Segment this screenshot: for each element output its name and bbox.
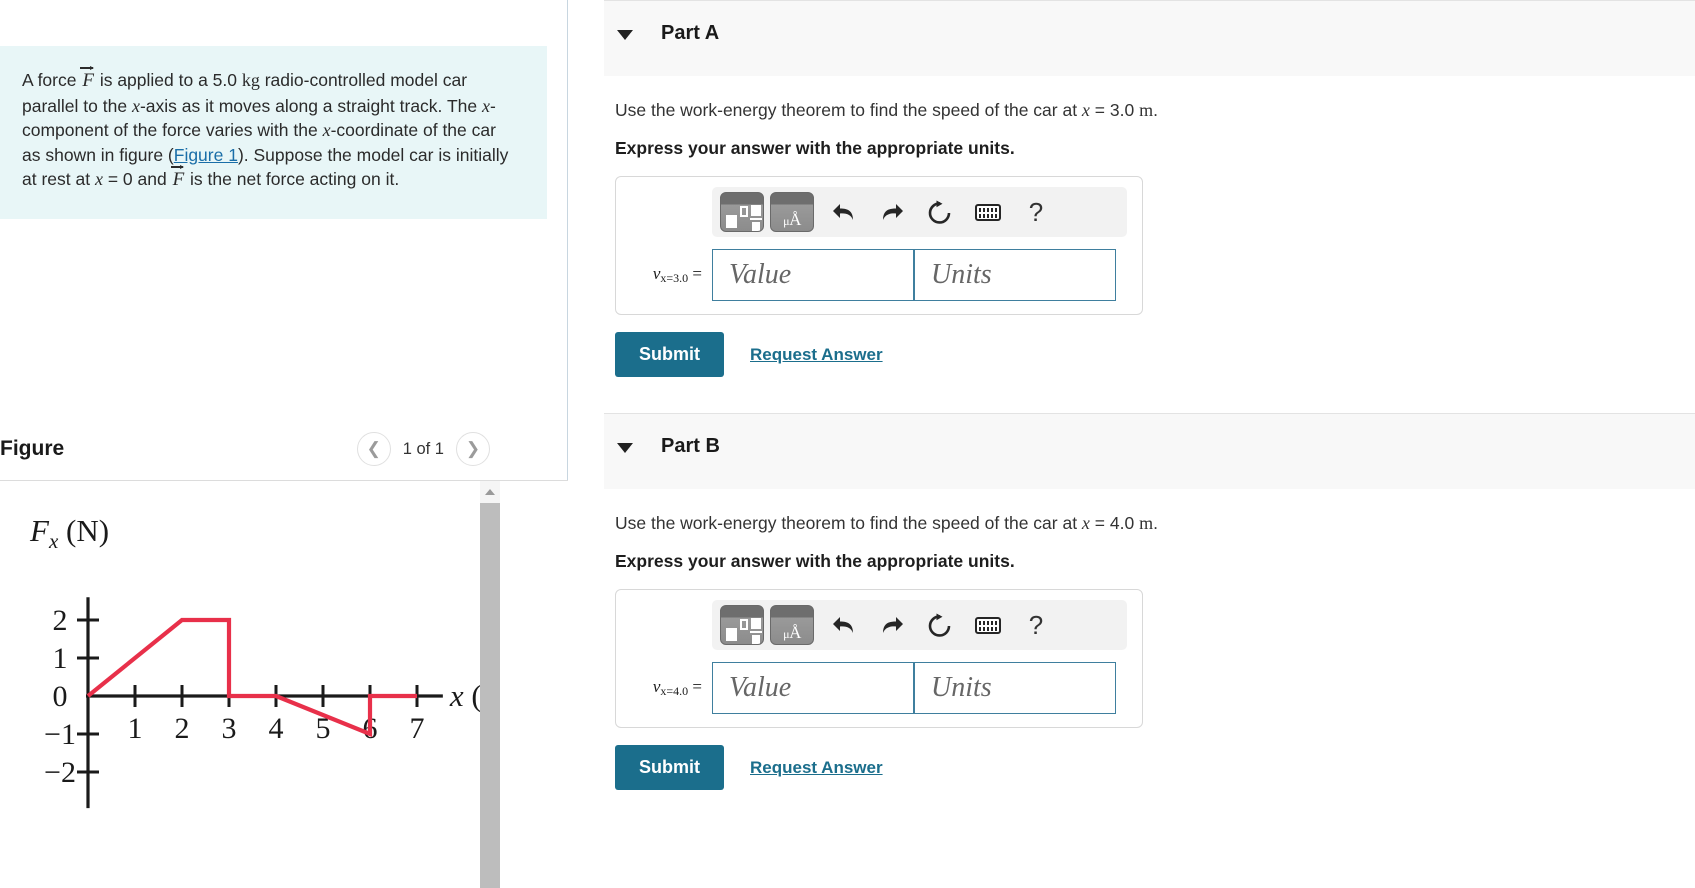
part-a-answer-box: μÅ? vx=3.0 = Value Units xyxy=(615,176,1143,315)
math-unit: m xyxy=(1139,100,1154,120)
template-glyph-part xyxy=(750,631,762,633)
y-axis-label: Fx (N) xyxy=(29,513,109,553)
math-template-icon[interactable] xyxy=(720,605,764,645)
part-b-body: Use the work-energy theorem to find the … xyxy=(615,511,1158,790)
math-variable: x xyxy=(94,169,103,189)
part-b-header[interactable]: Part B xyxy=(604,413,1695,489)
answer-units-input[interactable]: Units xyxy=(914,662,1116,714)
template-glyph-part xyxy=(752,635,760,644)
template-glyph-part xyxy=(751,618,761,629)
force-position-graph: −2−10121234567Fx (N)x (m) xyxy=(0,481,516,888)
figure-navigation: ❮ 1 of 1 ❯ xyxy=(356,432,490,466)
undo-arrow-icon[interactable] xyxy=(820,192,868,232)
answer-input-row: vx=3.0 = Value Units xyxy=(628,249,1130,301)
y-tick-label: 2 xyxy=(53,604,68,637)
part-b-question: Use the work-energy theorem to find the … xyxy=(615,513,1158,533)
part-b-instruction: Express your answer with the appropriate… xyxy=(615,551,1015,571)
template-glyph-part xyxy=(726,215,737,228)
units-micro-angstrom-icon[interactable]: μÅ xyxy=(770,605,814,645)
figure-1-link[interactable]: Figure 1 xyxy=(174,145,238,165)
part-b-answer-box: μÅ? vx=4.0 = Value Units xyxy=(615,589,1143,728)
math-variable: x xyxy=(1081,513,1090,533)
chevron-right-icon[interactable]: ❯ xyxy=(456,432,490,466)
chevron-left-icon[interactable]: ❮ xyxy=(356,432,391,466)
math-template-icon[interactable] xyxy=(720,192,764,232)
request-answer-link[interactable]: Request Answer xyxy=(750,758,883,778)
figure-counter: 1 of 1 xyxy=(402,439,444,458)
units-glyph: μÅ xyxy=(783,210,801,229)
figure-scrollbar-thumb[interactable] xyxy=(480,503,500,888)
answer-toolbar: μÅ? xyxy=(712,187,1127,237)
math-variable: x xyxy=(131,95,140,116)
keyboard-icon[interactable] xyxy=(964,605,1012,645)
scroll-up-button[interactable] xyxy=(480,481,500,503)
template-glyph-part xyxy=(750,218,762,220)
math-variable: x xyxy=(481,95,490,116)
answer-input-row: vx=4.0 = Value Units xyxy=(628,662,1130,714)
right-panel: Part A Use the work-energy theorem to fin… xyxy=(569,0,1695,888)
x-tick-label: 1 xyxy=(128,712,143,745)
units-micro-angstrom-icon[interactable]: μÅ xyxy=(770,192,814,232)
math-variable: x xyxy=(322,120,331,140)
answer-value-input[interactable]: Value xyxy=(712,662,914,714)
answer-value-input[interactable]: Value xyxy=(712,249,914,301)
x-tick-label: 7 xyxy=(410,712,425,745)
part-a-body: Use the work-energy theorem to find the … xyxy=(615,98,1158,377)
redo-arrow-icon[interactable] xyxy=(868,605,916,645)
part-b-label: Part B xyxy=(661,435,720,457)
vector-F-symbol: F xyxy=(170,164,186,193)
y-tick-label: 1 xyxy=(53,642,68,675)
answer-actions: Submit Request Answer xyxy=(615,745,1158,790)
reset-circular-arrow-icon[interactable] xyxy=(916,605,964,645)
units-glyph: μÅ xyxy=(783,623,801,642)
x-tick-label: 3 xyxy=(222,712,237,745)
problem-statement-box: A force F is applied to a 5.0 kg radio-c… xyxy=(0,45,547,219)
triangle-up-icon xyxy=(485,489,495,495)
part-a-question: Use the work-energy theorem to find the … xyxy=(615,100,1158,120)
template-glyph-part xyxy=(740,619,748,630)
y-tick-label: 0 xyxy=(53,680,68,713)
question-mark-icon[interactable]: ? xyxy=(1012,605,1060,645)
math-variable: x xyxy=(1081,100,1090,120)
part-a-label: Part A xyxy=(661,22,720,44)
part-a-instruction: Express your answer with the appropriate… xyxy=(615,138,1015,158)
left-panel: A force F is applied to a 5.0 kg radio-c… xyxy=(0,0,568,888)
vector-F-symbol: F xyxy=(80,65,95,94)
part-a-header[interactable]: Part A xyxy=(604,0,1695,76)
figure-pane: −2−10121234567Fx (N)x (m) xyxy=(0,481,568,888)
undo-arrow-icon[interactable] xyxy=(820,605,868,645)
template-glyph-part xyxy=(752,222,760,231)
template-glyph-part xyxy=(726,628,737,641)
redo-arrow-icon[interactable] xyxy=(868,192,916,232)
answer-units-input[interactable]: Units xyxy=(914,249,1116,301)
answer-symbol: vx=3.0 = xyxy=(652,264,702,285)
problem-statement-text: A force F is applied to a 5.0 kg radio-c… xyxy=(22,65,513,193)
reset-circular-arrow-icon[interactable] xyxy=(916,192,964,232)
graph-svg: −2−10121234567Fx (N)x (m) xyxy=(29,513,516,809)
keyboard-glyph xyxy=(975,203,1001,221)
keyboard-icon[interactable] xyxy=(964,192,1012,232)
answer-actions: Submit Request Answer xyxy=(615,332,1158,377)
question-mark-icon[interactable]: ? xyxy=(1012,192,1060,232)
math-unit: kg xyxy=(241,70,260,90)
answer-toolbar: μÅ? xyxy=(712,600,1127,650)
figure-header: Figure ❮ 1 of 1 ❯ xyxy=(0,418,568,480)
keyboard-glyph xyxy=(975,616,1001,634)
math-unit: m xyxy=(1139,513,1154,533)
answer-symbol: vx=4.0 = xyxy=(652,677,702,698)
submit-button[interactable]: Submit xyxy=(615,332,724,377)
y-tick-label: −2 xyxy=(44,756,76,789)
template-glyph-part xyxy=(740,206,748,217)
y-tick-label: −1 xyxy=(44,718,76,751)
submit-button[interactable]: Submit xyxy=(615,745,724,790)
template-glyph-part xyxy=(751,205,761,216)
caret-down-icon[interactable] xyxy=(617,443,633,453)
figure-title: Figure xyxy=(0,437,65,460)
problem-page: A force F is applied to a 5.0 kg radio-c… xyxy=(0,0,1695,888)
x-tick-label: 4 xyxy=(269,712,284,745)
x-tick-label: 2 xyxy=(175,712,190,745)
request-answer-link[interactable]: Request Answer xyxy=(750,345,883,365)
caret-down-icon[interactable] xyxy=(617,30,633,40)
